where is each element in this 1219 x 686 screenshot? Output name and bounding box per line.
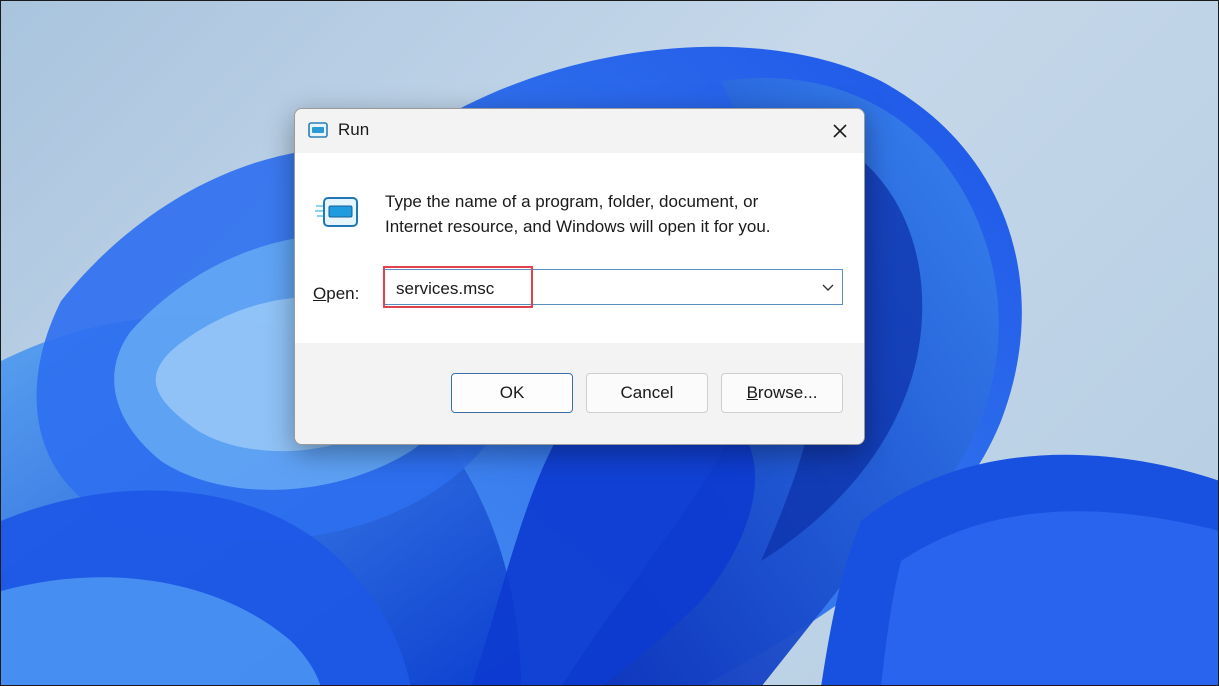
close-icon xyxy=(833,124,847,138)
cancel-button[interactable]: Cancel xyxy=(586,373,708,413)
description-text: Type the name of a program, folder, docu… xyxy=(385,189,835,239)
description-line-2: Internet resource, and Windows will open… xyxy=(385,217,771,236)
desktop-wallpaper: Run Type the name of a program, folder, … xyxy=(0,0,1219,686)
browse-mnemonic: B xyxy=(746,383,758,402)
run-icon xyxy=(308,122,328,138)
browse-label-rest: rowse... xyxy=(757,383,818,402)
open-combobox[interactable]: services.msc xyxy=(383,269,843,305)
title-bar[interactable]: Run xyxy=(295,109,864,153)
open-input[interactable]: services.msc xyxy=(396,279,494,299)
browse-button[interactable]: Browse... xyxy=(721,373,843,413)
dialog-title: Run xyxy=(338,120,370,139)
chevron-down-icon[interactable] xyxy=(822,282,834,292)
run-program-icon xyxy=(315,197,358,227)
description-line-1: Type the name of a program, folder, docu… xyxy=(385,192,759,211)
dialog-footer: OK Cancel Browse... xyxy=(295,343,864,444)
open-label-mnemonic: O xyxy=(313,284,327,303)
open-label-rest: pen: xyxy=(326,284,360,303)
close-button[interactable] xyxy=(816,109,864,153)
ok-button[interactable]: OK xyxy=(451,373,573,413)
dialog-content: Type the name of a program, folder, docu… xyxy=(295,153,864,343)
run-dialog: Run Type the name of a program, folder, … xyxy=(294,108,865,445)
open-label: Open: xyxy=(313,284,359,304)
